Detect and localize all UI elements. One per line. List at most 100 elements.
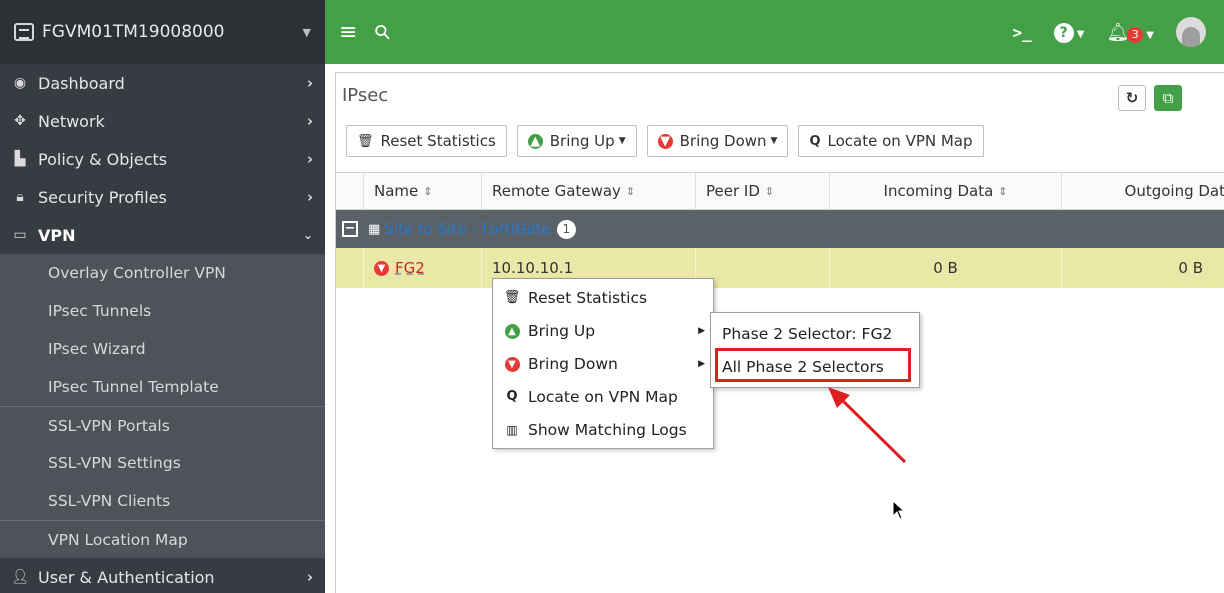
chevron-down-icon: ▼ bbox=[770, 136, 778, 146]
sidebar-item-ipsec-tunnel-template[interactable]: IPsec Tunnel Template bbox=[0, 368, 325, 406]
popout-button[interactable]: ⧉ bbox=[1154, 85, 1182, 111]
status-down-icon: ▼ bbox=[374, 260, 389, 276]
arrow-down-circle-icon: ▼ bbox=[657, 133, 673, 149]
chevron-down-icon: ⌄ bbox=[302, 228, 313, 242]
policy-icon: ▙ bbox=[14, 151, 26, 167]
row-select bbox=[336, 248, 364, 288]
group-label: Site to Site - FortiGate bbox=[384, 220, 551, 238]
arrow-up-circle-icon: ▲ bbox=[503, 323, 521, 339]
search-icon: Q bbox=[506, 389, 518, 404]
sidebar-item-ssl-vpn-settings[interactable]: SSL-VPN Settings bbox=[0, 444, 325, 482]
sort-icon: ⇕ bbox=[423, 184, 433, 198]
chevron-right-icon: › bbox=[306, 74, 313, 92]
sidebar-item-security-profiles[interactable]: 🔒︎ Security Profiles › bbox=[0, 178, 325, 216]
tunnel-name[interactable]: FG2 bbox=[395, 259, 425, 277]
arrow-up-circle-icon: ▲ bbox=[527, 133, 543, 149]
chevron-down-icon: ▼ bbox=[1146, 29, 1154, 41]
lock-icon: 🔒︎ bbox=[16, 189, 24, 205]
menu-item-label: Reset Statistics bbox=[528, 288, 648, 307]
search-icon: Q bbox=[809, 133, 821, 149]
chevron-right-icon: › bbox=[306, 188, 313, 206]
caret-right-icon: ▶ bbox=[698, 358, 705, 369]
search-icon[interactable]: ⚲ bbox=[369, 18, 396, 45]
sidebar-item-label: Network bbox=[38, 111, 105, 131]
help-icon: ? bbox=[1053, 22, 1074, 43]
sidebar-item-dashboard[interactable]: ◉ Dashboard › bbox=[0, 64, 325, 102]
sidebar-item-user-authentication[interactable]: 👤︎ User & Authentication › bbox=[0, 558, 325, 593]
sidebar-item-ipsec-tunnels[interactable]: IPsec Tunnels bbox=[0, 292, 325, 330]
sidebar-item-policy-objects[interactable]: ▙ Policy & Objects › bbox=[0, 140, 325, 178]
column-label: Remote Gateway bbox=[492, 182, 621, 200]
notification-badge: 3 bbox=[1127, 26, 1144, 43]
column-header-incoming-data[interactable]: Incoming Data ⇕ bbox=[830, 173, 1062, 209]
help-menu[interactable]: ? ▼ bbox=[1053, 22, 1084, 43]
submenu-all-phase2-selectors[interactable]: All Phase 2 Selectors bbox=[711, 350, 919, 383]
sort-icon: ⇕ bbox=[998, 184, 1008, 198]
caret-right-icon: ▶ bbox=[698, 325, 705, 336]
sidebar-item-label: Policy & Objects bbox=[38, 149, 168, 169]
column-header-peer-id[interactable]: Peer ID ⇕ bbox=[696, 173, 830, 209]
context-menu-show-matching-logs[interactable]: ▥ Show Matching Logs bbox=[493, 413, 713, 446]
sidebar-item-ipsec-wizard[interactable]: IPsec Wizard bbox=[0, 330, 325, 368]
menu-icon[interactable]: ≡ bbox=[339, 20, 357, 45]
reset-statistics-button[interactable]: 🗑︎ Reset Statistics bbox=[346, 125, 507, 157]
column-header-name[interactable]: Name ⇕ bbox=[364, 173, 482, 209]
bell-icon: 🔔︎ bbox=[1106, 21, 1130, 43]
sidebar-item-label: User & Authentication bbox=[38, 567, 215, 587]
mouse-cursor-icon bbox=[892, 500, 906, 520]
context-menu-reset-statistics[interactable]: 🗑︎ Reset Statistics bbox=[493, 281, 713, 314]
sidebar-item-vpn-location-map[interactable]: VPN Location Map bbox=[0, 520, 325, 558]
locate-on-vpn-map-button[interactable]: Q Locate on VPN Map bbox=[798, 125, 984, 157]
top-bar: ≡ ⚲ >_ ? ▼ 🔔︎ 3 ▼ bbox=[325, 0, 1224, 64]
sidebar-item-network[interactable]: ✥ Network › bbox=[0, 102, 325, 140]
column-label: Peer ID bbox=[706, 182, 760, 200]
context-menu-bring-up[interactable]: ▲ Bring Up ▶ bbox=[493, 314, 713, 347]
device-name: FGVM01TM19008000 bbox=[42, 22, 225, 42]
column-label: Incoming Data bbox=[883, 182, 994, 200]
collapse-icon[interactable]: − bbox=[342, 221, 358, 237]
cli-console-icon[interactable]: >_ bbox=[1012, 23, 1031, 42]
cell-incoming-data: 0 B bbox=[830, 248, 1062, 288]
chevron-right-icon: › bbox=[306, 568, 313, 586]
sidebar-item-overlay-controller-vpn[interactable]: Overlay Controller VPN bbox=[0, 254, 325, 292]
sidebar-item-label: Dashboard bbox=[38, 73, 125, 93]
column-label: Outgoing Dat bbox=[1124, 182, 1224, 200]
sidebar-item-label: Security Profiles bbox=[38, 187, 167, 207]
user-icon: 👤︎ bbox=[11, 569, 29, 585]
button-label: Reset Statistics bbox=[380, 132, 496, 150]
arrow-down-circle-icon: ▼ bbox=[503, 356, 521, 372]
cell-outgoing-data: 0 B bbox=[1178, 259, 1203, 277]
group-row[interactable]: − ▦ Site to Site - FortiGate 1 bbox=[336, 210, 1224, 248]
chevron-right-icon: › bbox=[306, 112, 313, 130]
trash-icon: 🗑︎ bbox=[357, 133, 374, 149]
page-title: IPsec bbox=[342, 85, 389, 106]
button-label: Bring Up bbox=[549, 132, 615, 150]
bring-down-submenu: Phase 2 Selector: FG2 All Phase 2 Select… bbox=[710, 312, 920, 388]
table-row[interactable]: ▼ FG2 10.10.10.1 0 B 0 B bbox=[336, 248, 1224, 288]
bring-up-button[interactable]: ▲ Bring Up ▼ bbox=[516, 125, 637, 157]
column-header-outgoing-data[interactable]: Outgoing Dat bbox=[1062, 173, 1224, 209]
table-header: Name ⇕ Remote Gateway ⇕ Peer ID ⇕ Incoming … bbox=[336, 172, 1224, 210]
chevron-down-icon: ▼ bbox=[618, 136, 626, 146]
submenu-phase2-selector-fg2[interactable]: Phase 2 Selector: FG2 bbox=[711, 317, 919, 350]
context-menu-bring-down[interactable]: ▼ Bring Down ▶ bbox=[493, 347, 713, 380]
menu-item-label: Bring Down bbox=[528, 354, 618, 373]
tunnels-table: Name ⇕ Remote Gateway ⇕ Peer ID ⇕ Incoming … bbox=[336, 172, 1224, 288]
sidebar-item-ssl-vpn-portals[interactable]: SSL-VPN Portals bbox=[0, 406, 325, 444]
network-icon: ✥ bbox=[14, 113, 26, 129]
sidebar-item-vpn[interactable]: ▭ VPN ⌄ bbox=[0, 216, 325, 254]
trash-icon: 🗑︎ bbox=[503, 290, 521, 305]
cell-name: ▼ FG2 bbox=[364, 248, 482, 288]
menu-item-label: Show Matching Logs bbox=[528, 420, 687, 439]
context-menu-locate-on-vpn-map[interactable]: Q Locate on VPN Map bbox=[493, 380, 713, 413]
avatar[interactable] bbox=[1176, 17, 1206, 47]
bring-down-button[interactable]: ▼ Bring Down ▼ bbox=[646, 125, 789, 157]
chart-icon: ▥ bbox=[506, 422, 518, 437]
sidebar: FGVM01TM19008000 ▼ ◉ Dashboard › ✥ Netwo… bbox=[0, 0, 325, 593]
group-count-badge: 1 bbox=[556, 219, 576, 239]
column-header-remote-gateway[interactable]: Remote Gateway ⇕ bbox=[482, 173, 696, 209]
sidebar-item-ssl-vpn-clients[interactable]: SSL-VPN Clients bbox=[0, 482, 325, 520]
notifications-menu[interactable]: 🔔︎ 3 ▼ bbox=[1106, 22, 1154, 43]
device-selector[interactable]: FGVM01TM19008000 ▼ bbox=[0, 0, 325, 64]
refresh-button[interactable]: ↻ bbox=[1118, 85, 1146, 111]
